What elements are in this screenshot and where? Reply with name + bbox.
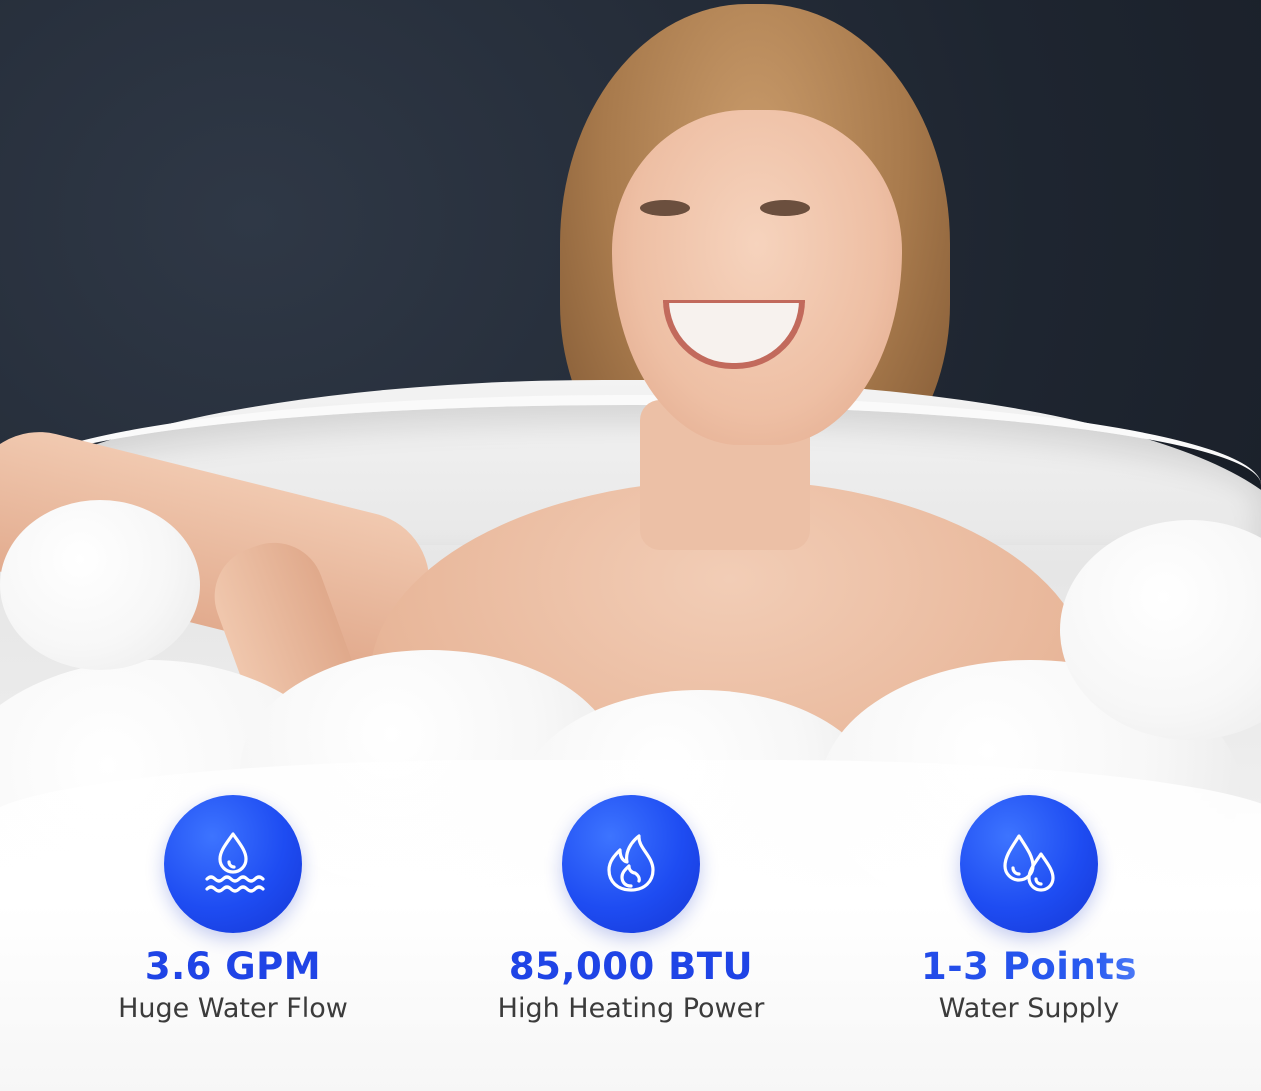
feature-water-supply: 1-3 Points Water Supply	[864, 795, 1194, 1027]
feature-value: 1-3 Points	[864, 945, 1194, 989]
feature-label: Water Supply	[938, 993, 1120, 1024]
feature-value: 85,000 BTU	[508, 945, 754, 988]
person-left-eye	[640, 200, 690, 216]
feature-value: 3.6 GPM	[144, 945, 322, 988]
foam-cluster	[0, 500, 200, 670]
feature-label: High Heating Power	[497, 993, 765, 1024]
feature-label: Huge Water Flow	[118, 993, 348, 1024]
feature-heating-power: 85,000 BTU High Heating Power	[466, 795, 796, 1027]
product-feature-banner: 3.6 GPM Huge Water Flow 85,000 BTU High …	[0, 0, 1261, 1091]
water-flow-icon	[164, 795, 302, 933]
person-face	[612, 110, 902, 445]
water-drops-icon	[960, 795, 1098, 933]
person-right-eye	[760, 200, 810, 216]
feature-water-flow: 3.6 GPM Huge Water Flow	[68, 795, 398, 1027]
flame-icon	[562, 795, 700, 933]
feature-row: 3.6 GPM Huge Water Flow 85,000 BTU High …	[0, 795, 1261, 1045]
